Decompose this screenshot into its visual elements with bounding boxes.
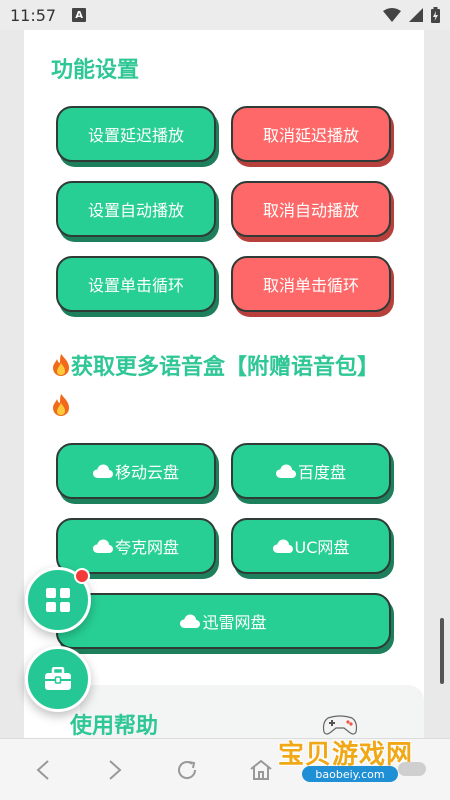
set-auto-play-button[interactable]: 设置自动播放 [56, 181, 216, 237]
mobile-cloud-label: 移动云盘 [114, 463, 179, 482]
flame-icon [53, 394, 69, 416]
uc-pan-button[interactable]: UC网盘 [231, 518, 391, 574]
set-click-loop-button[interactable]: 设置单击循环 [56, 256, 216, 312]
cloud-icon [275, 464, 296, 478]
status-bar: 11:57 A [0, 0, 450, 30]
content-card: 功能设置 设置延迟播放 取消延迟播放 设置自动播放 取消自动播放 设置单击循环 … [24, 30, 424, 738]
refresh-icon [178, 761, 197, 779]
notification-a-icon: A [72, 8, 87, 22]
back-button[interactable] [28, 755, 58, 785]
gamepad-icon [322, 715, 358, 735]
status-time: 11:57 [10, 5, 57, 25]
xunlei-pan-label: 迅雷网盘 [202, 613, 267, 632]
cloud-icon [272, 539, 293, 553]
cancel-click-loop-button[interactable]: 取消单击循环 [231, 256, 391, 312]
download-title-text: 获取更多语音盒【附赠语音包】 [71, 355, 380, 380]
status-icons [383, 7, 440, 23]
forward-icon [109, 760, 122, 780]
set-delay-play-button[interactable]: 设置延迟播放 [56, 106, 216, 162]
quark-pan-label: 夸克网盘 [114, 538, 179, 557]
toolbox-icon [45, 667, 71, 690]
help-section-title: 使用帮助 [70, 714, 159, 738]
cancel-delay-play-button[interactable]: 取消延迟播放 [231, 106, 391, 162]
xunlei-pan-button[interactable]: 迅雷网盘 [56, 593, 391, 649]
watermark-url: baobeiy.com [302, 766, 398, 782]
site-watermark: 宝贝游戏网 baobeiy.com [270, 712, 450, 800]
download-section-title: 获取更多语音盒【附赠语音包】 [51, 348, 396, 428]
refresh-button[interactable] [172, 755, 202, 785]
toggle-switch[interactable] [398, 762, 426, 776]
battery-icon [431, 7, 440, 23]
grid-icon [46, 588, 70, 612]
baidu-pan-label: 百度盘 [297, 463, 346, 482]
cloud-icon [92, 539, 113, 553]
quark-pan-button[interactable]: 夸克网盘 [56, 518, 216, 574]
back-icon [36, 760, 49, 780]
page-scrollbar[interactable] [440, 618, 444, 684]
uc-pan-label: UC网盘 [294, 538, 350, 557]
signal-icon [409, 8, 423, 22]
cloud-icon [180, 614, 201, 628]
menu-grid-button[interactable] [25, 567, 91, 633]
wifi-icon [383, 8, 401, 22]
flame-icon [53, 354, 69, 376]
settings-section-title: 功能设置 [51, 58, 140, 83]
mobile-cloud-button[interactable]: 移动云盘 [56, 443, 216, 499]
notification-dot [74, 568, 90, 584]
cloud-icon [92, 464, 113, 478]
baidu-pan-button[interactable]: 百度盘 [231, 443, 391, 499]
cancel-auto-play-button[interactable]: 取消自动播放 [231, 181, 391, 237]
toolbox-button[interactable] [25, 646, 91, 712]
forward-button[interactable] [100, 755, 130, 785]
screen: 11:57 A 功能设置 设置延迟播放 取消延迟播放 设置自动播放 取消自动播放… [0, 0, 450, 800]
